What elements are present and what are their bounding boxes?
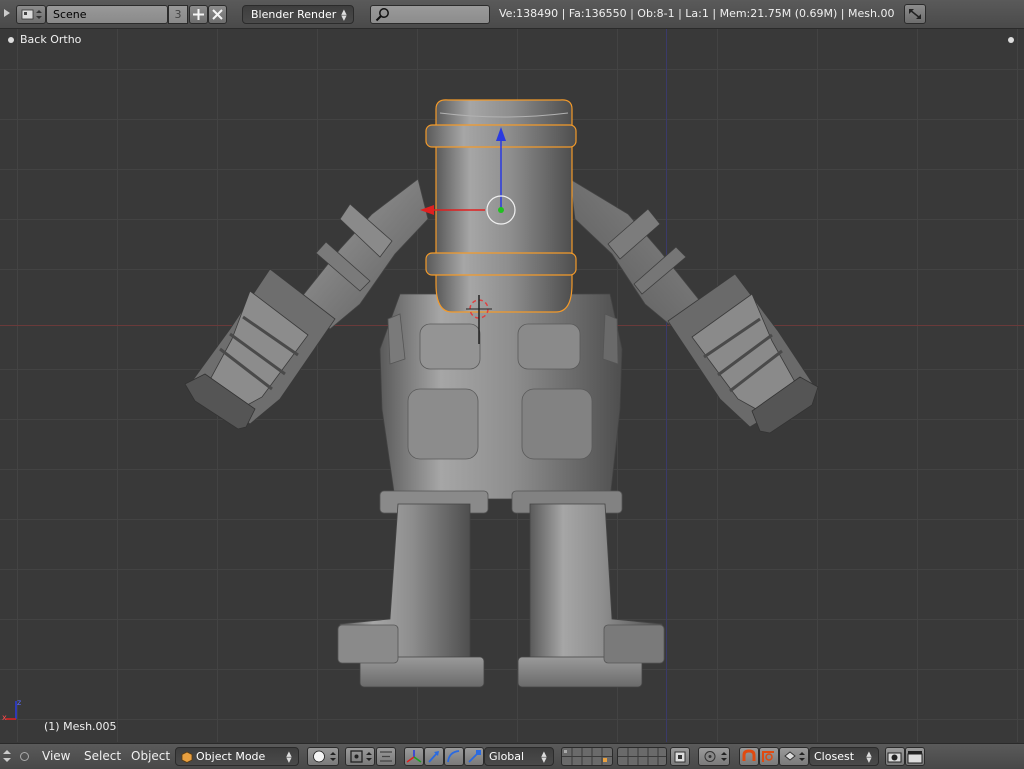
dropdown-arrows-icon: ▲ ▼ (286, 750, 292, 764)
info-header: Scene 3 Blender Render ▲ ▼ Ve:138490 | Fa… (0, 0, 1024, 29)
close-icon (212, 9, 223, 20)
scale-icon (468, 750, 481, 763)
mini-axis-x-label: x (2, 713, 7, 722)
add-scene-button[interactable] (189, 5, 208, 24)
dropdown-arrows-icon: ▲ ▼ (341, 8, 347, 22)
snap-toggle-button[interactable] (739, 747, 759, 766)
mode-select[interactable]: Object Mode ▲ ▼ (175, 747, 299, 766)
manipulator-center[interactable] (498, 207, 504, 213)
rotate-arc-icon (447, 750, 460, 763)
layers-lock-icon (674, 751, 686, 763)
viewport-shading-button[interactable] (307, 747, 339, 766)
layers-grid-2[interactable] (617, 747, 667, 766)
axes-icon (406, 750, 422, 763)
proportional-circle-icon (704, 751, 727, 762)
layers-icon (562, 748, 612, 765)
scene-name-field[interactable]: Scene (46, 5, 168, 24)
center-points-icon (380, 751, 392, 762)
snap-mode-button[interactable] (779, 747, 809, 766)
proportional-editing-button[interactable] (698, 747, 730, 766)
scene-layers-grid[interactable] (561, 747, 613, 766)
3d-viewport[interactable]: Back Ortho z x (1) Mesh.005 (0, 29, 1024, 742)
plus-icon (193, 9, 204, 20)
object-cube-icon (181, 751, 193, 763)
pivot-point-button[interactable] (345, 747, 375, 766)
editor-type-arrows-icon[interactable] (2, 748, 12, 764)
robot-model[interactable] (184, 99, 819, 688)
search-field[interactable] (370, 5, 490, 24)
fullscreen-button[interactable] (904, 4, 926, 24)
hips (379, 293, 623, 500)
transform-orientation-select[interactable]: Global ▲ ▼ (484, 747, 554, 766)
render-engine-select[interactable]: Blender Render ▲ ▼ (242, 5, 354, 24)
dropdown-arrows-icon: ▲ ▼ (866, 750, 872, 764)
menu-select[interactable]: Select (84, 744, 121, 769)
view-toggle-icon[interactable] (8, 37, 14, 43)
header-collapse-icon[interactable] (20, 752, 29, 761)
menu-collapse-icon[interactable] (2, 6, 12, 20)
mini-axis-z-label: z (17, 698, 22, 707)
snap-vertex-icon (762, 751, 774, 762)
scale-tool-button[interactable] (464, 747, 484, 766)
clapperboard-icon (907, 751, 923, 764)
menu-object[interactable]: Object (131, 744, 170, 769)
manipulator-toggle-button[interactable] (376, 747, 396, 766)
mini-axes-icon (6, 701, 17, 720)
screen-icon (21, 9, 42, 20)
translate-manipulator-button[interactable] (404, 747, 424, 766)
properties-toggle-icon[interactable] (1008, 37, 1014, 43)
shading-sphere-icon (313, 750, 336, 763)
layers-icon (618, 748, 666, 765)
magnifier-icon (375, 8, 389, 22)
screen-layout-button[interactable] (16, 5, 46, 24)
magnet-icon (742, 749, 756, 761)
rotate-manipulator-button[interactable] (424, 747, 444, 766)
pivot-icon (350, 750, 372, 763)
legs (337, 490, 665, 688)
dropdown-arrows-icon: ▲ ▼ (541, 750, 547, 764)
menu-view[interactable]: View (42, 744, 70, 769)
active-object-label: (1) Mesh.005 (44, 720, 117, 733)
snap-target-select[interactable]: Closest ▲ ▼ (809, 747, 879, 766)
delete-scene-button[interactable] (208, 5, 227, 24)
scene-statistics: Ve:138490 | Fa:136550 | Ob:8-1 | La:1 | … (499, 7, 894, 20)
viewport-canvas[interactable] (0, 29, 1024, 742)
3d-view-header: View Select Object Object Mode ▲ ▼ Globa… (0, 743, 1024, 769)
scale-manipulator-button[interactable] (444, 747, 464, 766)
lock-layers-button[interactable] (670, 747, 690, 766)
scene-users-count: 3 (168, 5, 188, 24)
snap-element-button[interactable] (759, 747, 779, 766)
camera-icon (887, 752, 902, 763)
opengl-animation-button[interactable] (905, 747, 925, 766)
fullscreen-icon (909, 9, 921, 19)
arrow-icon (428, 751, 439, 763)
snap-mode-icon (784, 751, 805, 761)
opengl-render-button[interactable] (885, 747, 905, 766)
view-name-label: Back Ortho (8, 33, 81, 46)
